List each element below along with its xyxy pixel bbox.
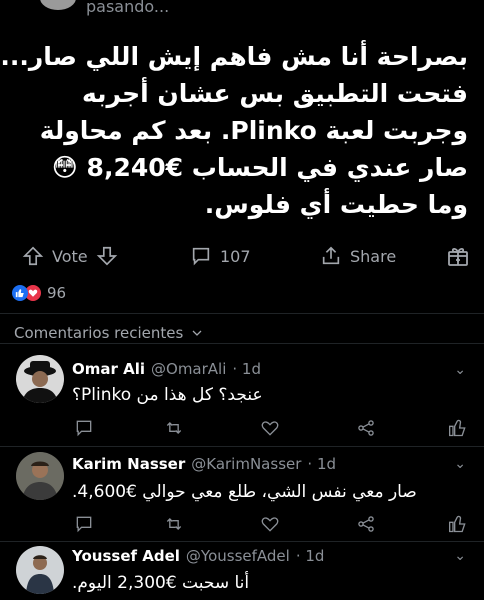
comment-text: عنجد؟ كل هذا من Plinko؟: [72, 385, 263, 405]
award-button[interactable]: [446, 240, 470, 272]
header-status: pasando...: [86, 0, 170, 16]
heart-icon[interactable]: [260, 418, 280, 438]
divider: [0, 541, 484, 542]
comment-handle[interactable]: @OmarAli: [151, 360, 226, 378]
comment-time: · 1d: [295, 547, 325, 565]
share-icon[interactable]: [356, 514, 376, 534]
chevron-down-icon: [192, 330, 202, 336]
reaction-count: 96: [47, 284, 67, 302]
comment-header: Youssef Adel @YoussefAdel · 1d: [72, 547, 324, 565]
comment-handle[interactable]: @YoussefAdel: [186, 547, 290, 565]
retweet-icon[interactable]: [164, 418, 184, 438]
share-icon[interactable]: [356, 418, 376, 438]
header-avatar[interactable]: [40, 0, 76, 10]
avatar[interactable]: [16, 452, 64, 500]
avatar[interactable]: [16, 546, 64, 594]
divider: [0, 446, 484, 447]
comment-text: أنا سحبت €2,300 اليوم.: [72, 573, 250, 593]
share-label: Share: [350, 246, 397, 266]
heart-icon[interactable]: [260, 514, 280, 534]
post-line: فتحت التطبيق بس عشان أجربه: [82, 79, 468, 108]
post-body: بصراحة أنا مش فاهم إيش اللي صار... فتحت …: [0, 38, 468, 223]
comment-icon: [192, 247, 210, 266]
comments-section-label: Comentarios recientes: [14, 324, 184, 342]
gift-icon: [448, 247, 468, 266]
like-reaction-icon: [12, 285, 28, 301]
comment-menu-icon[interactable]: ⌄: [454, 548, 466, 564]
comment-actions: [0, 418, 484, 444]
comment-button[interactable]: 107: [190, 240, 251, 272]
upvote-icon[interactable]: [22, 245, 44, 267]
comment-menu-icon[interactable]: ⌄: [454, 362, 466, 378]
avatar[interactable]: [16, 355, 64, 403]
reactions-summary[interactable]: 96: [12, 284, 66, 302]
reply-icon[interactable]: [74, 418, 94, 438]
vote-label: Vote: [52, 246, 88, 266]
divider: [0, 313, 484, 314]
post-line: وجربت لعبة Plinko. بعد كم محاولة: [39, 116, 468, 145]
post-line: وما حطيت أي فلوس.: [204, 190, 468, 219]
comment-time: · 1d: [307, 455, 337, 473]
retweet-icon[interactable]: [164, 514, 184, 534]
share-icon: [322, 246, 340, 265]
post-line: صار عندي في الحساب €8,240 😳: [51, 153, 468, 182]
downvote-icon[interactable]: [96, 245, 118, 267]
post-actions: Vote 107 Share: [0, 240, 484, 274]
divider: [0, 343, 484, 344]
post-line: بصراحة أنا مش فاهم إيش اللي صار...: [0, 42, 468, 71]
thumbs-up-icon[interactable]: [448, 514, 468, 534]
comment-author[interactable]: Omar Ali: [72, 360, 145, 378]
thumbs-up-icon[interactable]: [448, 418, 468, 438]
comment-actions: [0, 514, 484, 540]
share-button[interactable]: Share: [320, 240, 396, 272]
comment-header: Karim Nasser @KarimNasser · 1d: [72, 455, 336, 473]
comments-sort-dropdown[interactable]: Comentarios recientes: [14, 324, 203, 342]
comment-time: · 1d: [232, 360, 261, 378]
comment-menu-icon[interactable]: ⌄: [454, 456, 466, 472]
comment-text: صار معي نفس الشي، طلع معي حوالي €4,600.: [72, 482, 417, 502]
comment-header: Omar Ali @OmarAli · 1d: [72, 360, 261, 378]
comment-count: 107: [220, 246, 251, 266]
comment-author[interactable]: Karim Nasser: [72, 455, 185, 473]
reply-icon[interactable]: [74, 514, 94, 534]
vote-group: Vote: [22, 240, 118, 272]
comment-author[interactable]: Youssef Adel: [72, 547, 180, 565]
comment-handle[interactable]: @KarimNasser: [191, 455, 301, 473]
